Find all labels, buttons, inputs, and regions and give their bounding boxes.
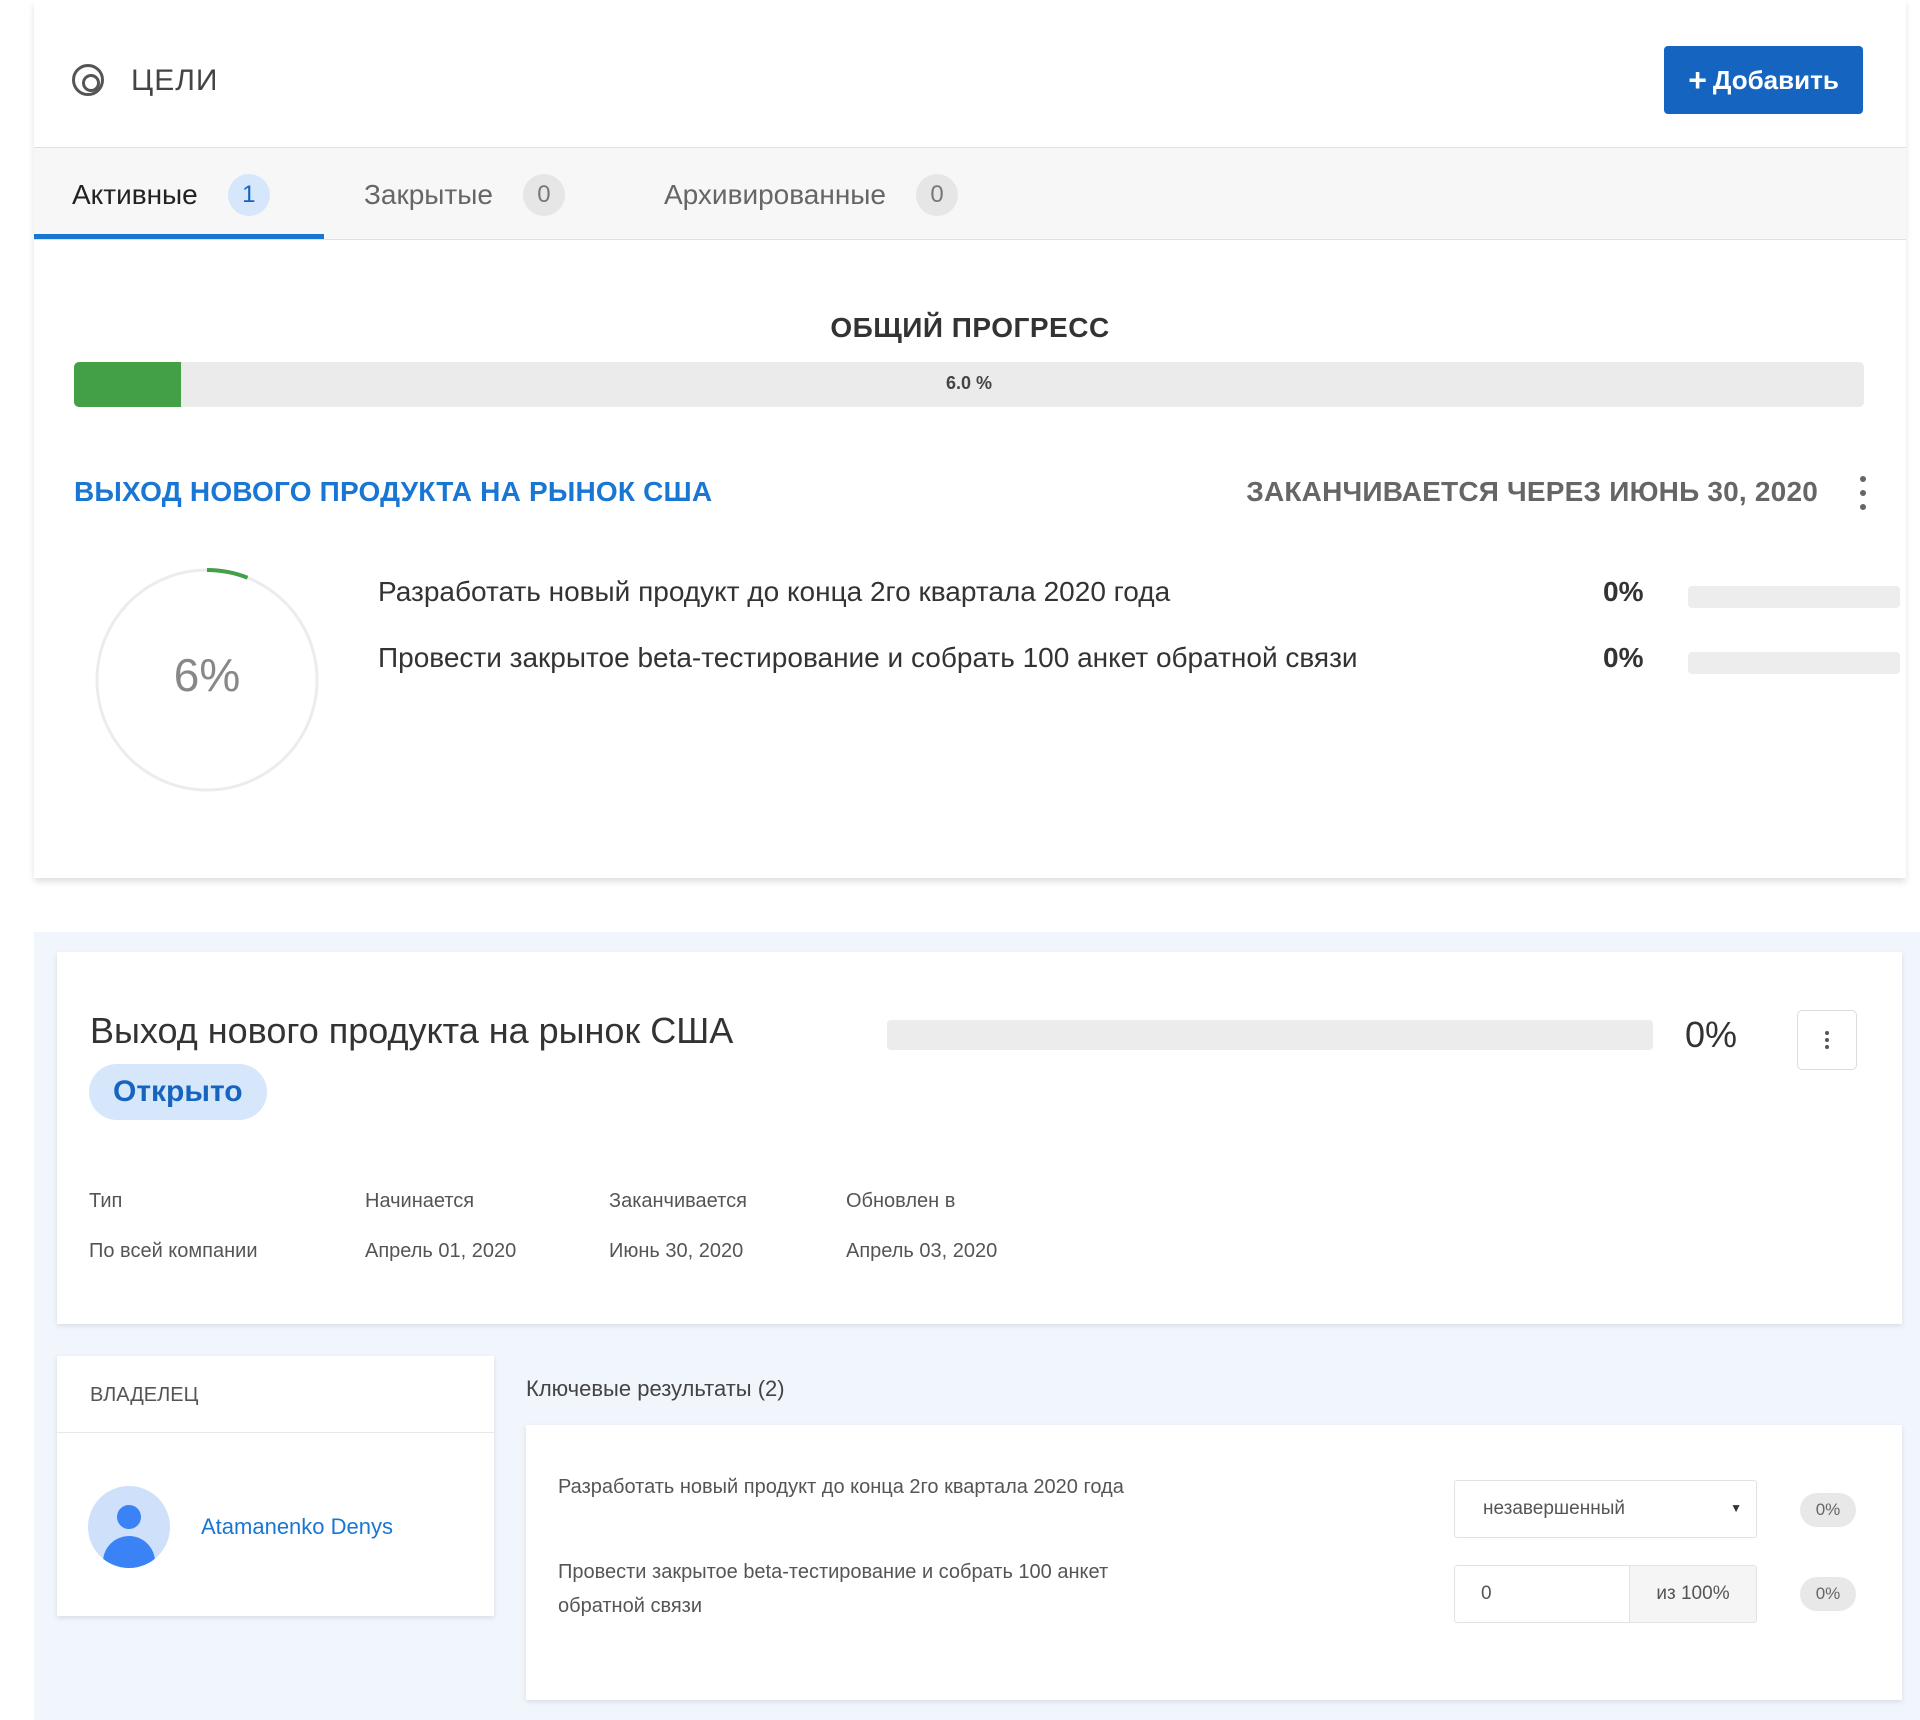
key-result-percent: 0% xyxy=(1603,642,1644,673)
plus-icon: + xyxy=(1688,62,1707,98)
owner-name-link[interactable]: Atamanenko Denys xyxy=(201,1514,393,1540)
meta-updated-label: Обновлен в xyxy=(846,1190,956,1212)
goal-detail-menu-button[interactable] xyxy=(1797,1010,1857,1070)
key-result-value-input[interactable] xyxy=(1454,1565,1629,1623)
meta-starts-label: Начинается xyxy=(365,1190,475,1212)
goals-header: ЦЕЛИ + Добавить xyxy=(34,0,1906,147)
key-result-name: Разработать новый продукт до конца 2го к… xyxy=(558,1476,1124,1498)
owner-card: ВЛАДЕЛЕЦ Atamanenko Denys xyxy=(57,1356,494,1616)
key-result-name: Разработать новый продукт до конца 2го к… xyxy=(378,576,1171,607)
add-button-label: Добавить xyxy=(1712,64,1839,95)
meta-type-value: По всей компании xyxy=(89,1240,258,1262)
key-result-progress-bar xyxy=(1688,652,1900,674)
meta-ends-label: Заканчивается xyxy=(609,1190,747,1212)
key-result-percent-badge: 0% xyxy=(1800,1577,1856,1611)
target-icon xyxy=(72,64,104,96)
page-title: ЦЕЛИ xyxy=(131,64,219,97)
active-tab-indicator xyxy=(34,234,324,239)
goal-more-menu-icon[interactable] xyxy=(1858,476,1868,510)
status-badge: Открыто xyxy=(89,1064,267,1120)
goal-detail-percent: 0% xyxy=(1685,1014,1738,1055)
key-result-name: Провести закрытое beta-тестирование и со… xyxy=(378,642,1358,673)
goal-detail-title: Выход нового продукта на рынок США xyxy=(90,1010,734,1051)
key-result-row[interactable]: Провести закрытое beta-тестирование и со… xyxy=(378,642,1900,682)
tab-active[interactable]: Активные 1 xyxy=(72,148,270,241)
key-result-percent: 0% xyxy=(1603,576,1644,607)
meta-type-label: Тип xyxy=(89,1190,123,1212)
tab-label: Активные xyxy=(72,178,198,210)
meta-updated-value: Апрель 03, 2020 xyxy=(846,1240,998,1262)
tab-label: Закрытые xyxy=(364,178,493,210)
key-result-status-select[interactable]: незавершенный ▼ xyxy=(1454,1480,1757,1538)
overall-progress-bar: 6.0 % xyxy=(74,362,1864,407)
meta-starts-value: Апрель 01, 2020 xyxy=(365,1240,517,1262)
goal-progress-percent: 6% xyxy=(173,649,241,701)
goal-tabs: Активные 1 Закрытые 0 Архивированные 0 xyxy=(34,147,1906,240)
divider xyxy=(57,1432,494,1433)
overall-progress-text: 6.0 % xyxy=(945,373,993,393)
tab-count-badge: 1 xyxy=(227,173,270,216)
select-value: незавершенный xyxy=(1483,1498,1625,1519)
tab-count-badge: 0 xyxy=(522,173,565,216)
avatar xyxy=(88,1486,170,1568)
goal-title-link[interactable]: ВЫХОД НОВОГО ПРОДУКТА НА РЫНОК США xyxy=(74,476,712,508)
meta-ends-value: Июнь 30, 2020 xyxy=(609,1240,744,1262)
chevron-down-icon: ▼ xyxy=(1730,1501,1742,1515)
key-results-title: Ключевые результаты (2) xyxy=(526,1376,785,1401)
add-button[interactable]: + Добавить xyxy=(1664,46,1863,114)
key-result-row[interactable]: Разработать новый продукт до конца 2го к… xyxy=(378,576,1900,616)
owner-label: ВЛАДЕЛЕЦ xyxy=(90,1384,199,1406)
key-result-progress-bar xyxy=(1688,586,1900,608)
key-result-name: Провести закрытое beta-тестирование и со… xyxy=(558,1561,1109,1617)
goal-end-date: ЗАКАНЧИВАЕТСЯ ЧЕРЕЗ ИЮНЬ 30, 2020 xyxy=(1246,476,1818,507)
tab-closed[interactable]: Закрытые 0 xyxy=(364,148,565,241)
goal-detail-card: Выход нового продукта на рынок США 0% От… xyxy=(57,952,1902,1324)
key-result-value-suffix: из 100% xyxy=(1629,1565,1757,1623)
key-results-card: Разработать новый продукт до конца 2го к… xyxy=(526,1425,1902,1700)
key-result-percent-badge: 0% xyxy=(1800,1493,1856,1527)
tab-archived[interactable]: Архивированные 0 xyxy=(664,148,958,241)
goal-detail-progress-bar xyxy=(887,1020,1653,1050)
overall-progress-title: ОБЩИЙ ПРОГРЕСС xyxy=(830,312,1110,343)
goals-panel: ЦЕЛИ + Добавить Активные 1 Закрытые 0 Ар… xyxy=(34,0,1906,878)
tab-label: Архивированные xyxy=(664,178,886,210)
tab-count-badge: 0 xyxy=(916,173,958,216)
